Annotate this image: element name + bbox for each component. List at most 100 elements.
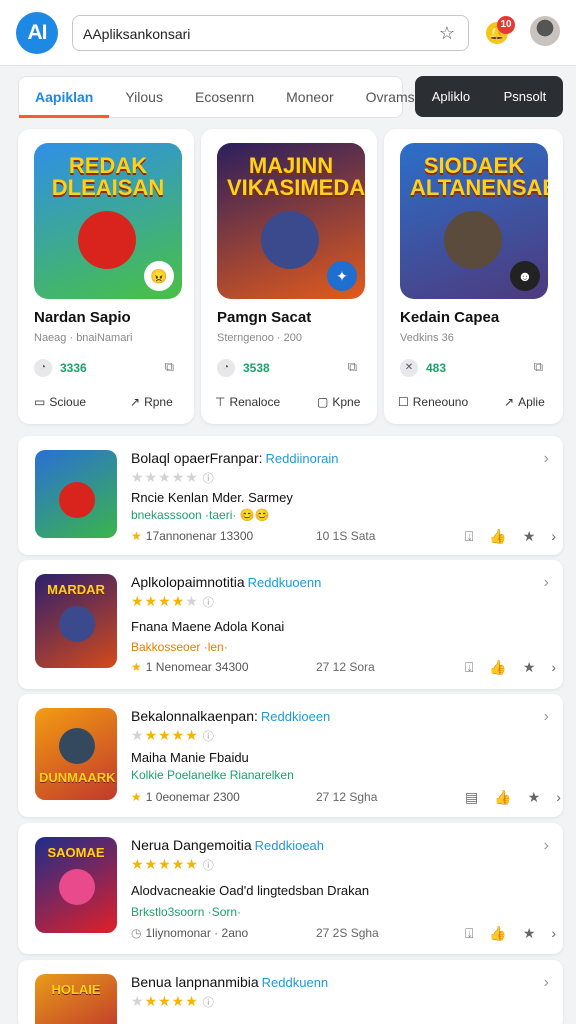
chevron-right-icon[interactable]: › <box>551 925 556 942</box>
info-icon[interactable]: ⓘ <box>203 473 215 485</box>
action-left-button[interactable]: ☐ Reneouno <box>398 395 468 409</box>
info-icon[interactable]: ⓘ <box>203 731 215 743</box>
game-thumbnail: HOLAIE <box>35 974 117 1024</box>
list-description: Fnana Maene Adola Konai <box>131 619 285 634</box>
tools-icon: ✕ <box>400 359 418 377</box>
list-item[interactable]: MARDAR Aplkolopaimnotitia Reddkuoenn ★★★★… <box>18 560 563 689</box>
list-meta-text: 17annonenar 13300 <box>145 529 254 543</box>
bookmark-icon: ▢ <box>317 395 329 409</box>
segment-psnsolt[interactable]: Psnsolt <box>504 89 547 104</box>
chevron-right-icon[interactable]: › <box>556 789 561 806</box>
action-left-label: Scioue <box>49 395 87 409</box>
tab-aapiklan[interactable]: Aapiklan <box>19 76 110 118</box>
action-left-button[interactable]: ⊤ Renaloce <box>215 395 280 409</box>
thumbs-up-icon[interactable]: 👍 <box>489 528 506 545</box>
featured-card[interactable]: SIODAEK ALTANENSAE ☻ Kedain Capea Vedkin… <box>384 129 563 424</box>
list-description: Maiha Manie Fbaidu <box>131 750 249 765</box>
thumbnail-banner-text: HOLAIE <box>51 982 101 997</box>
action-right-button[interactable]: ↗ Aplie <box>504 395 545 409</box>
action-right-button[interactable]: ↗ Rpne <box>130 395 173 409</box>
info-icon[interactable]: ⓘ <box>203 860 215 872</box>
chevron-right-icon[interactable]: › <box>551 659 556 676</box>
list-tag[interactable]: Reddkuenn <box>262 975 329 990</box>
list-title: Aplkolopaimnotitia Reddkuoenn <box>131 574 321 590</box>
list-title: Benua lanpnanmibia Reddkuenn <box>131 974 328 990</box>
star-rating: ★★★★★ ⓘ <box>131 593 215 610</box>
tab-moneor[interactable]: Moneor <box>270 76 349 118</box>
list-tag[interactable]: Reddkioeah <box>255 838 324 853</box>
star-empty-icon: ★ <box>185 593 199 609</box>
star-empty-icon: ★ <box>131 993 145 1009</box>
share-icon: ↗ <box>130 395 141 409</box>
app-logo[interactable]: AI <box>16 12 58 54</box>
clock-icon: ◷ <box>131 926 142 940</box>
artwork-banner-text: SIODAEK ALTANENSAE <box>410 153 548 200</box>
star-small-icon[interactable]: ★ <box>523 659 536 676</box>
info-icon[interactable]: ⓘ <box>203 997 215 1009</box>
artwork-banner-text: REDAK DLEAISAN <box>51 153 165 200</box>
search-input[interactable] <box>83 22 433 46</box>
star-rating: ★★★★★ ⓘ <box>131 469 215 486</box>
star-icon: ★★★★★ <box>131 469 199 485</box>
chevron-right-icon[interactable]: › <box>551 528 556 545</box>
thumbnail-character <box>59 606 95 642</box>
featured-title: Nardan Sapio <box>34 309 131 326</box>
action-right-button[interactable]: ▢ Kpne <box>317 395 360 409</box>
featured-card[interactable]: REDAK DLEAISAN 😠 Nardan Sapio Naeag · bn… <box>18 129 194 424</box>
copy-icon[interactable]: ⧉ <box>534 359 543 375</box>
game-badge-icon: ✦ <box>327 261 357 291</box>
list-meta: ★ 1 Nenomear 34300 <box>131 660 249 674</box>
list-tag[interactable]: Reddkuoenn <box>248 575 322 590</box>
game-badge-icon: ☻ <box>510 261 540 291</box>
featured-card[interactable]: MAJINN VIKASIMEDAH ✦ Pamgn Sacat Sternge… <box>201 129 377 424</box>
tab-yilous[interactable]: Yilous <box>109 76 179 118</box>
list-meta-text: 1liynomonar · 2ano <box>145 926 249 940</box>
list-item[interactable]: HOLAIE Benua lanpnanmibia Reddkuenn ★★★★★… <box>18 960 563 1024</box>
thumbs-up-icon[interactable]: 👍 <box>489 925 506 942</box>
user-avatar[interactable] <box>530 16 560 46</box>
tab-ecosenrn[interactable]: Ecosenrn <box>179 76 270 118</box>
action-left-label: Renaloce <box>229 395 281 409</box>
game-character-image <box>78 211 136 269</box>
thumbnail-banner-text: SAOMAE <box>47 845 105 860</box>
list-title-text: Bolaql opaerFranpar: <box>131 450 263 466</box>
copy-icon[interactable]: ⧉ <box>165 359 174 375</box>
chevron-right-icon[interactable]: › <box>544 974 549 992</box>
search-box[interactable]: ☆ <box>72 15 469 51</box>
list-meta-text: 1 Nenomear 34300 <box>145 660 249 674</box>
chevron-right-icon[interactable]: › <box>544 450 549 468</box>
thumbs-up-icon[interactable]: 👍 <box>494 789 511 806</box>
info-icon[interactable]: ⓘ <box>203 597 215 609</box>
top-bar: AI ☆ 🔔 10 <box>0 0 576 66</box>
filter-icon: ⊤ <box>215 395 226 409</box>
list-tag[interactable]: Reddkioeen <box>261 709 330 724</box>
chevron-right-icon[interactable]: › <box>544 574 549 592</box>
list-tag[interactable]: Reddiinorain <box>266 451 339 466</box>
list-item[interactable]: SAOMAE Nerua Dangemoitia Reddkioeah ★★★★★… <box>18 823 563 954</box>
category-tabs: Aapiklan Yilous Ecosenrn Moneor Ovrams <box>18 76 415 118</box>
list-item[interactable]: Bolaql opaerFranpar: Reddiinorain ★★★★★ ⓘ … <box>18 436 563 555</box>
action-right-label: Kpne <box>332 395 361 409</box>
game-thumbnail: MARDAR <box>35 574 117 668</box>
featured-title: Kedain Capea <box>400 309 500 326</box>
star-small-icon[interactable]: ★ <box>528 789 541 806</box>
list-actions: ▤ 👍 ★ › <box>465 789 561 806</box>
thumbs-up-icon[interactable]: 👍 <box>489 659 506 676</box>
thumbs-down-icon[interactable]: ⍗ <box>465 528 473 545</box>
list-actions: ⍗ 👍 ★ › <box>465 659 556 676</box>
action-left-button[interactable]: ▭ Scioue <box>34 395 86 409</box>
thumbs-down-icon[interactable]: ⍗ <box>465 925 473 942</box>
segment-apliklo[interactable]: Apliklo <box>432 89 470 104</box>
star-rating: ★★★★★ ⓘ <box>131 727 215 744</box>
star-small-icon[interactable]: ★ <box>523 925 536 942</box>
chevron-right-icon[interactable]: › <box>544 708 549 726</box>
star-small-icon[interactable]: ★ <box>523 528 536 545</box>
thumbnail-character <box>59 482 95 518</box>
list-item[interactable]: DUNMAARK Bekalonnalkaenpan: Reddkioeen ★★… <box>18 694 563 817</box>
chevron-right-icon[interactable]: › <box>544 837 549 855</box>
game-thumbnail: DUNMAARK <box>35 708 117 800</box>
star-outline-icon[interactable]: ☆ <box>436 22 458 44</box>
thumbs-down-icon[interactable]: ⍗ <box>465 659 473 676</box>
calendar-icon[interactable]: ▤ <box>465 789 478 806</box>
copy-icon[interactable]: ⧉ <box>348 359 357 375</box>
